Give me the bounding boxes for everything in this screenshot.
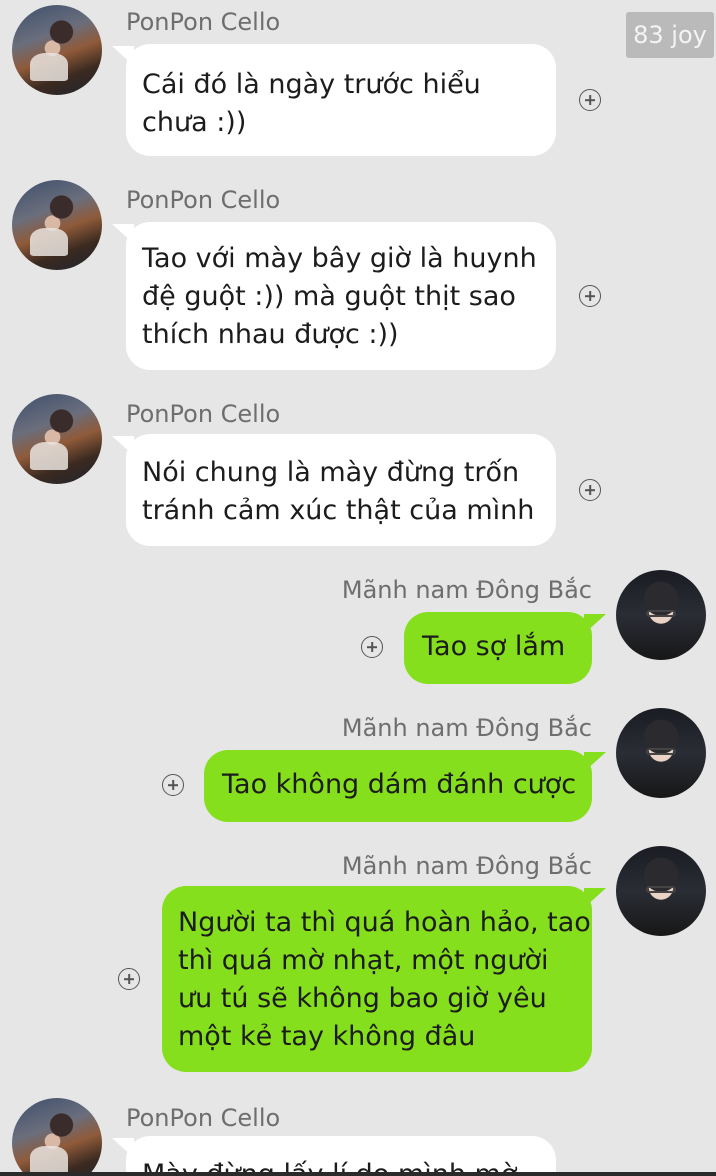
message-line: đệ guột :)) mà guột thịt sao — [142, 281, 516, 312]
message-line: ưu tú sẽ không bao giờ yêu — [178, 983, 547, 1014]
avatar[interactable] — [12, 180, 102, 270]
message-line: Cái đó là ngày trước hiểu — [142, 69, 481, 100]
message-bubble[interactable]: Tao với mày bây giờ là huynh đệ guột :))… — [112, 222, 556, 370]
message-line: tránh cảm xúc thật của mình — [142, 495, 535, 526]
watermark: 83 joy — [626, 12, 714, 58]
message-line: chưa :)) — [142, 107, 247, 138]
message-line: Người ta thì quá hoàn hảo, tao — [178, 907, 591, 938]
plus-circle-icon[interactable] — [118, 968, 140, 990]
sender-name: PonPon Cello — [126, 1104, 281, 1132]
plus-circle-icon[interactable] — [579, 285, 601, 307]
avatar[interactable] — [12, 1098, 102, 1176]
message-line: một kẻ tay không đâu — [178, 1021, 476, 1052]
bottom-edge — [0, 1172, 716, 1176]
plus-circle-icon[interactable] — [579, 89, 601, 111]
sender-name: PonPon Cello — [126, 186, 281, 214]
plus-circle-icon[interactable] — [579, 479, 601, 501]
avatar[interactable] — [12, 5, 102, 95]
message-line: thích nhau được :)) — [142, 319, 399, 350]
message-bubble[interactable]: Người ta thì quá hoàn hảo, tao thì quá m… — [162, 886, 606, 1072]
message-line: Tao sợ lắm — [422, 631, 566, 662]
avatar[interactable] — [616, 570, 706, 660]
sender-name: Mãnh nam Đông Bắc — [341, 576, 592, 604]
sender-name: PonPon Cello — [126, 8, 281, 36]
avatar[interactable] — [12, 394, 102, 484]
avatar[interactable] — [616, 708, 706, 798]
message-line: thì quá mờ nhạt, một người — [178, 945, 549, 976]
chat-window: 83 joy PonPon Cello Cái đó là ngày trước… — [0, 0, 716, 1176]
message-line: Tao với mày bây giờ là huynh — [142, 243, 537, 274]
message-bubble[interactable]: Tao không dám đánh cược — [204, 750, 606, 822]
plus-circle-icon[interactable] — [361, 636, 383, 658]
sender-name: Mãnh nam Đông Bắc — [341, 852, 592, 880]
message-bubble[interactable]: Cái đó là ngày trước hiểu chưa :)) — [112, 44, 556, 156]
avatar[interactable] — [616, 846, 706, 936]
plus-circle-icon[interactable] — [162, 774, 184, 796]
message-line: Nói chung là mày đừng trốn — [142, 457, 520, 488]
message-bubble[interactable]: Nói chung là mày đừng trốn tránh cảm xúc… — [112, 434, 556, 546]
message-bubble[interactable]: Tao sợ lắm — [404, 612, 606, 684]
sender-name: Mãnh nam Đông Bắc — [341, 714, 592, 742]
message-line: Tao không dám đánh cược — [222, 769, 577, 800]
sender-name: PonPon Cello — [126, 400, 281, 428]
message-bubble[interactable]: Mày đừng lấy lí do mình mờ — [112, 1136, 556, 1176]
